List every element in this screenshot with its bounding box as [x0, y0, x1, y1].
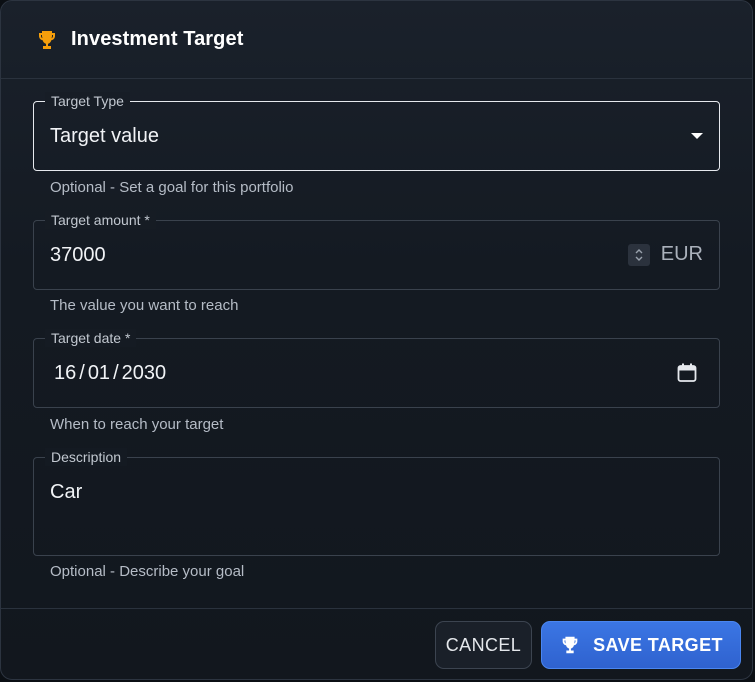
- target-date-label: Target date *: [45, 329, 137, 347]
- dialog-header: Investment Target: [1, 1, 752, 79]
- target-type-select[interactable]: Target Type Target value: [33, 92, 720, 171]
- target-date-helper: When to reach your target: [50, 416, 224, 433]
- target-type-value: Target value: [50, 125, 159, 147]
- target-date-value[interactable]: 16/01/2030: [54, 362, 166, 385]
- dialog-footer: CANCEL SAVE TARGET: [1, 608, 752, 679]
- calendar-icon[interactable]: [676, 362, 698, 384]
- cancel-button[interactable]: CANCEL: [435, 621, 532, 669]
- investment-target-dialog: Investment Target Target Type Target val…: [0, 0, 753, 680]
- date-separator: /: [79, 362, 85, 384]
- trophy-icon: [35, 28, 59, 52]
- description-value[interactable]: Car: [50, 481, 82, 504]
- description-textarea[interactable]: Description Car: [33, 448, 720, 556]
- date-separator: /: [113, 362, 119, 384]
- target-amount-label: Target amount *: [45, 211, 156, 229]
- save-target-button[interactable]: SAVE TARGET: [541, 621, 741, 669]
- description-helper: Optional - Describe your goal: [50, 563, 245, 580]
- cancel-button-label: CANCEL: [445, 634, 522, 655]
- trophy-icon: [559, 634, 581, 656]
- description-label: Description: [45, 448, 128, 466]
- date-day[interactable]: 16: [54, 362, 76, 385]
- target-type-label: Target Type: [45, 92, 130, 110]
- currency-suffix: EUR: [660, 243, 703, 265]
- target-amount-helper: The value you want to reach: [50, 297, 239, 314]
- chevron-down-icon[interactable]: [691, 133, 703, 139]
- dialog-title: Investment Target: [71, 28, 244, 50]
- target-amount-value[interactable]: 37000: [50, 244, 106, 267]
- date-month[interactable]: 01: [88, 362, 110, 385]
- target-type-helper: Optional - Set a goal for this portfolio: [50, 179, 294, 196]
- date-year[interactable]: 2030: [122, 362, 167, 385]
- target-date-input[interactable]: Target date * 16/01/2030: [33, 329, 720, 408]
- target-amount-input[interactable]: Target amount * 37000 EUR: [33, 211, 720, 290]
- save-button-label: SAVE TARGET: [593, 634, 723, 655]
- number-spinner-icon[interactable]: [628, 244, 650, 266]
